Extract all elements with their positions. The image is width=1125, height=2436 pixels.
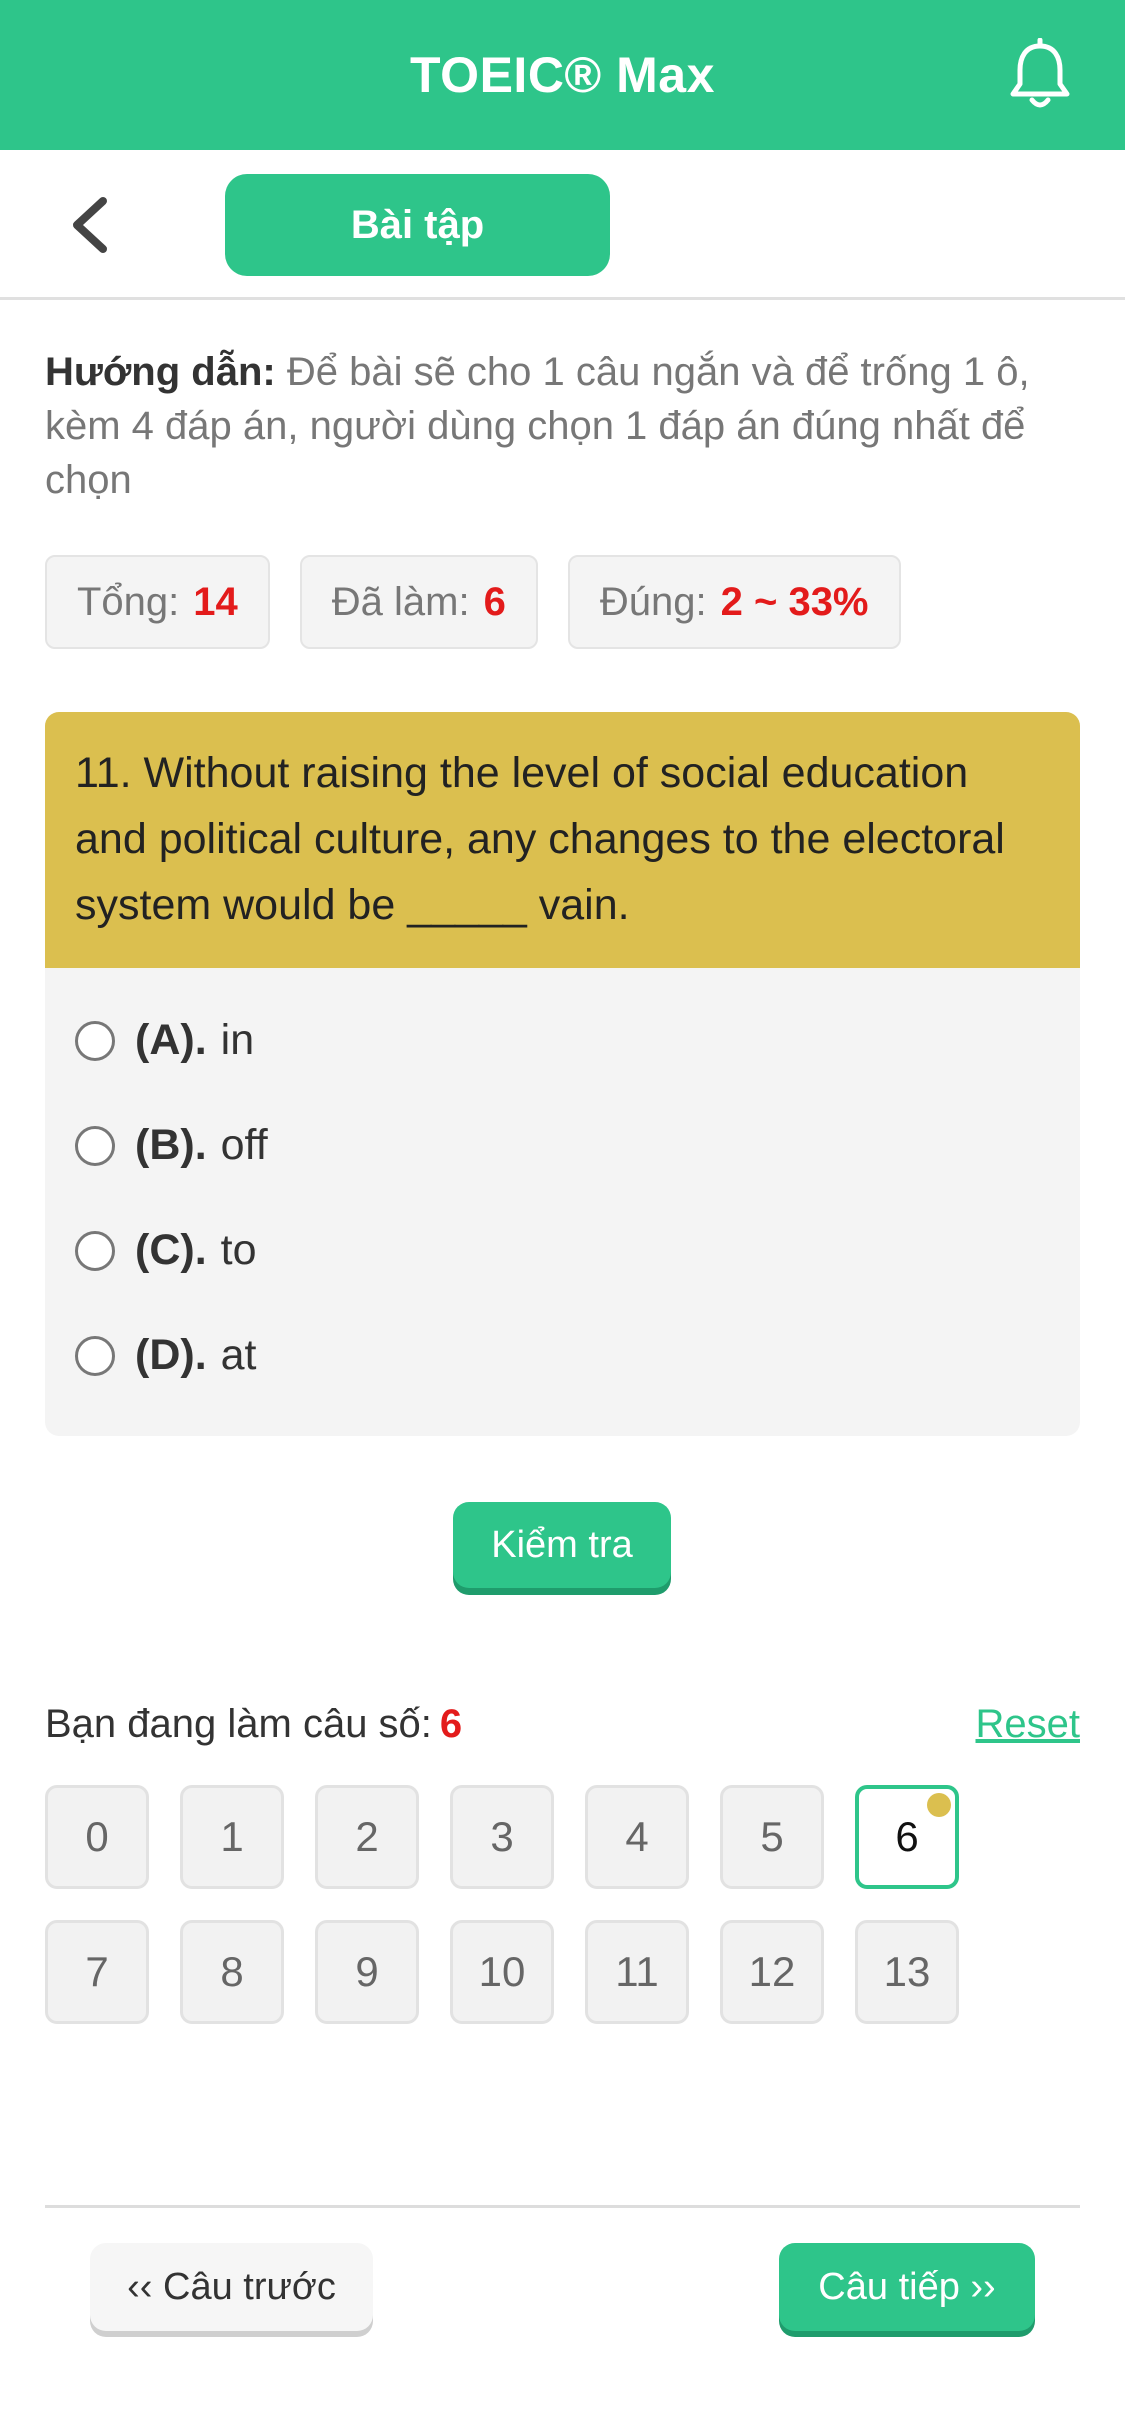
question-number-cell[interactable]: 4: [585, 1785, 689, 1889]
question-text: 11. Without raising the level of social …: [45, 712, 1080, 968]
stat-correct-label: Đúng:: [599, 579, 707, 624]
question-number-cell[interactable]: 8: [180, 1920, 284, 2024]
option-letter: (A).: [135, 1016, 207, 1064]
answer-options: (A). in (B). off (C). to (D). at: [45, 968, 1080, 1408]
current-question-label: Bạn đang làm câu số: 6: [45, 1702, 462, 1747]
stat-total: Tổng: 14: [45, 555, 270, 649]
app-title: TOEIC® Max: [410, 47, 715, 103]
option-c[interactable]: (C). to: [45, 1198, 1080, 1303]
bell-icon[interactable]: [1005, 38, 1075, 112]
option-a[interactable]: (A). in: [45, 988, 1080, 1093]
option-b[interactable]: (B). off: [45, 1093, 1080, 1198]
stat-done-label: Đã làm:: [331, 579, 470, 624]
option-letter: (B).: [135, 1121, 207, 1169]
chevron-left-icon[interactable]: [65, 195, 115, 255]
option-d[interactable]: (D). at: [45, 1303, 1080, 1408]
question-card: 11. Without raising the level of social …: [45, 712, 1080, 1436]
next-question-button[interactable]: Câu tiếp ››: [779, 2243, 1035, 2331]
stat-correct-value: 2 ~ 33%: [720, 579, 869, 624]
question-number-cell[interactable]: 7: [45, 1920, 149, 2024]
reset-link[interactable]: Reset: [976, 1702, 1081, 1747]
footer-divider: [45, 2205, 1080, 2208]
stat-correct: Đúng: 2 ~ 33%: [567, 555, 901, 649]
current-question-text: Bạn đang làm câu số:: [45, 1702, 432, 1746]
question-number-cell[interactable]: 13: [855, 1920, 959, 2024]
stat-done: Đã làm: 6: [299, 555, 538, 649]
previous-question-button[interactable]: ‹‹ Câu trước: [90, 2243, 373, 2331]
question-number-label: 6: [895, 1813, 919, 1860]
current-indicator-dot: [927, 1793, 951, 1817]
option-text: at: [220, 1331, 257, 1379]
current-question-number: 6: [439, 1702, 463, 1746]
stats-row: Tổng: 14 Đã làm: 6 Đúng: 2 ~ 33%: [45, 555, 901, 649]
option-text: to: [220, 1226, 257, 1274]
instructions: Hướng dẫn: Để bài sẽ cho 1 câu ngắn và đ…: [45, 345, 1085, 507]
stat-total-label: Tổng:: [77, 579, 180, 624]
stat-total-value: 14: [193, 579, 238, 624]
top-app-bar: TOEIC® Max: [0, 0, 1125, 150]
question-number-cell[interactable]: 12: [720, 1920, 824, 2024]
check-answer-button[interactable]: Kiểm tra: [453, 1502, 671, 1588]
question-number-cell-active[interactable]: 6: [855, 1785, 959, 1889]
option-letter: (D).: [135, 1331, 207, 1379]
exercise-tab-button[interactable]: Bài tập: [225, 174, 610, 276]
option-letter: (C).: [135, 1226, 207, 1274]
question-number-cell[interactable]: 2: [315, 1785, 419, 1889]
question-number-cell[interactable]: 0: [45, 1785, 149, 1889]
stat-done-value: 6: [483, 579, 506, 624]
question-number-cell[interactable]: 3: [450, 1785, 554, 1889]
option-text: in: [220, 1016, 255, 1064]
radio-button-icon[interactable]: [75, 1230, 115, 1271]
option-text: off: [220, 1121, 268, 1169]
question-number-cell[interactable]: 1: [180, 1785, 284, 1889]
radio-button-icon[interactable]: [75, 1335, 115, 1376]
question-number-cell[interactable]: 5: [720, 1785, 824, 1889]
instructions-label: Hướng dẫn:: [45, 350, 276, 394]
sub-header: Bài tập: [0, 150, 1125, 300]
radio-button-icon[interactable]: [75, 1020, 115, 1061]
question-number-cell[interactable]: 10: [450, 1920, 554, 2024]
radio-button-icon[interactable]: [75, 1125, 115, 1166]
question-number-cell[interactable]: 11: [585, 1920, 689, 2024]
question-number-cell[interactable]: 9: [315, 1920, 419, 2024]
